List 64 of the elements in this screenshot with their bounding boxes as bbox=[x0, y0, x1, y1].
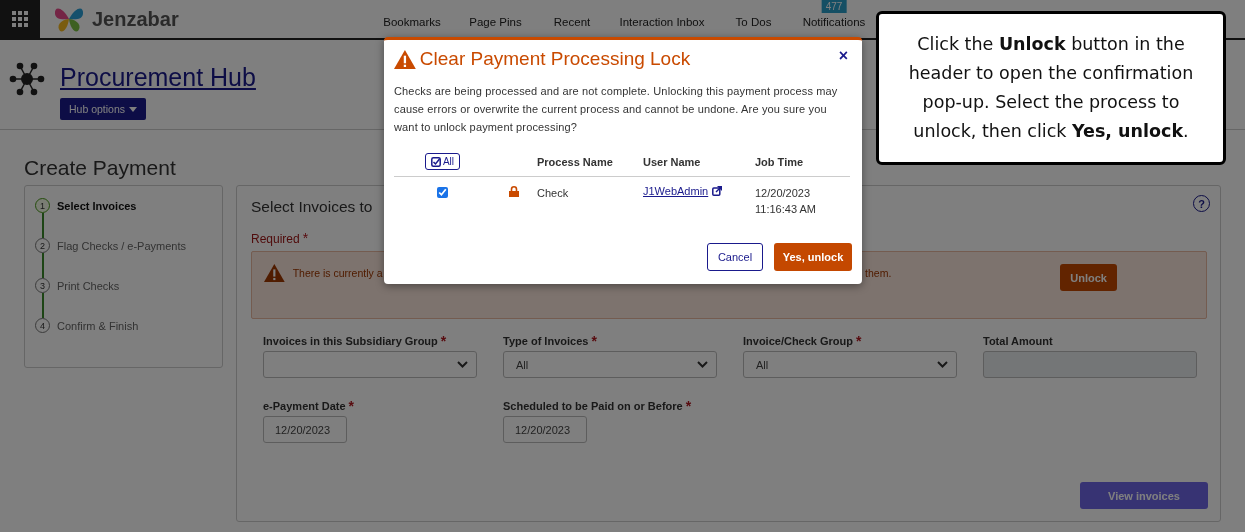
warning-text: them. bbox=[865, 267, 892, 279]
nav-link[interactable]: Page Pins bbox=[454, 16, 537, 28]
brand-name: Jenzabar bbox=[92, 7, 179, 31]
date-field[interactable]: 12/20/2023 bbox=[503, 416, 587, 443]
cancel-button[interactable]: Cancel bbox=[707, 243, 763, 271]
nav-link[interactable]: To Dos bbox=[717, 16, 790, 28]
required-mark: * bbox=[591, 335, 597, 347]
warning-icon bbox=[264, 264, 285, 282]
nav-link[interactable]: Interaction Inbox bbox=[607, 16, 717, 28]
step-number: 1 bbox=[35, 198, 50, 213]
view-invoices-button[interactable]: View invoices bbox=[1080, 482, 1208, 509]
table-cell-text: 12/20/2023 11:16:43 AM bbox=[755, 186, 817, 217]
chevron-down-icon bbox=[457, 361, 468, 368]
column-header: User Name bbox=[643, 155, 702, 168]
row-checkbox[interactable] bbox=[437, 187, 448, 198]
user-link[interactable]: J1WebAdmin bbox=[643, 185, 709, 197]
dialog-message: Checks are being processed and are not complete. Unlocking this payment process may cause errors or overwrite the current process and cannot be undone. Are you sure you want to unlock payment processing? bbox=[394, 84, 839, 135]
column-header: Job Time bbox=[755, 155, 805, 168]
table-cell-text: Check bbox=[537, 186, 570, 201]
checkbox-icon bbox=[430, 156, 441, 167]
count-badge: 477 bbox=[821, 0, 847, 13]
warning-text: There is currently a bbox=[292, 267, 383, 279]
required-mark: * bbox=[856, 335, 862, 347]
required-label: Required bbox=[251, 232, 300, 246]
field-label: Invoices in this Subsidiary Group bbox=[263, 335, 438, 347]
field-label: Total Amount bbox=[983, 335, 1053, 347]
field-label: Invoice/Check Group bbox=[743, 335, 854, 347]
network-icon bbox=[8, 62, 46, 96]
dropdown[interactable]: All bbox=[743, 351, 957, 378]
field-label: Type of Invoices bbox=[503, 335, 589, 347]
hub-title-link[interactable]: Procurement Hub bbox=[60, 62, 256, 92]
step-label[interactable]: Print Checks bbox=[57, 279, 120, 292]
select-all-button[interactable]: All bbox=[424, 153, 461, 170]
dropdown[interactable]: All bbox=[503, 351, 717, 378]
nav-link[interactable]: Recent bbox=[537, 16, 607, 28]
unlock-button[interactable]: Unlock bbox=[1060, 264, 1117, 291]
step-number: 4 bbox=[35, 318, 50, 333]
instruction-text: Click the Unlock button in the header to open the confirmation pop-up. Select the process to unlock, then click Yes, unlock. bbox=[907, 33, 1195, 143]
step-number: 2 bbox=[35, 238, 50, 253]
field-label: e-Payment Date bbox=[263, 400, 346, 412]
required-mark: * bbox=[440, 335, 447, 347]
step-label[interactable]: Flag Checks / e-Payments bbox=[57, 239, 186, 252]
hub-options-button[interactable]: Hub options bbox=[60, 98, 147, 120]
chevron-down-icon bbox=[937, 361, 948, 368]
field-label: Scheduled to be Paid on or Before bbox=[503, 400, 683, 412]
required-mark: * bbox=[348, 400, 354, 412]
panel-title: Select Invoices to bbox=[251, 198, 373, 216]
nav-link[interactable]: Bookmarks bbox=[370, 16, 454, 28]
step-number: 3 bbox=[35, 278, 50, 293]
caret-icon bbox=[129, 106, 138, 112]
external-link-icon[interactable] bbox=[712, 186, 723, 196]
step-label[interactable]: Select Invoices bbox=[57, 199, 137, 212]
close-button[interactable]: × bbox=[834, 47, 852, 65]
required-mark: * bbox=[302, 232, 309, 246]
page-title: Create Payment bbox=[24, 156, 176, 180]
confirm-button[interactable]: Yes, unlock bbox=[774, 243, 852, 271]
apps-grid-icon[interactable] bbox=[0, 0, 40, 38]
dialog-title: Clear Payment Processing Lock bbox=[419, 48, 691, 70]
date-field[interactable]: 12/20/2023 bbox=[263, 416, 347, 443]
step-label[interactable]: Confirm & Finish bbox=[57, 319, 139, 332]
chevron-down-icon bbox=[697, 361, 708, 368]
warning-icon bbox=[394, 49, 416, 69]
required-mark: * bbox=[685, 400, 692, 412]
column-header: Process Name bbox=[537, 155, 614, 168]
